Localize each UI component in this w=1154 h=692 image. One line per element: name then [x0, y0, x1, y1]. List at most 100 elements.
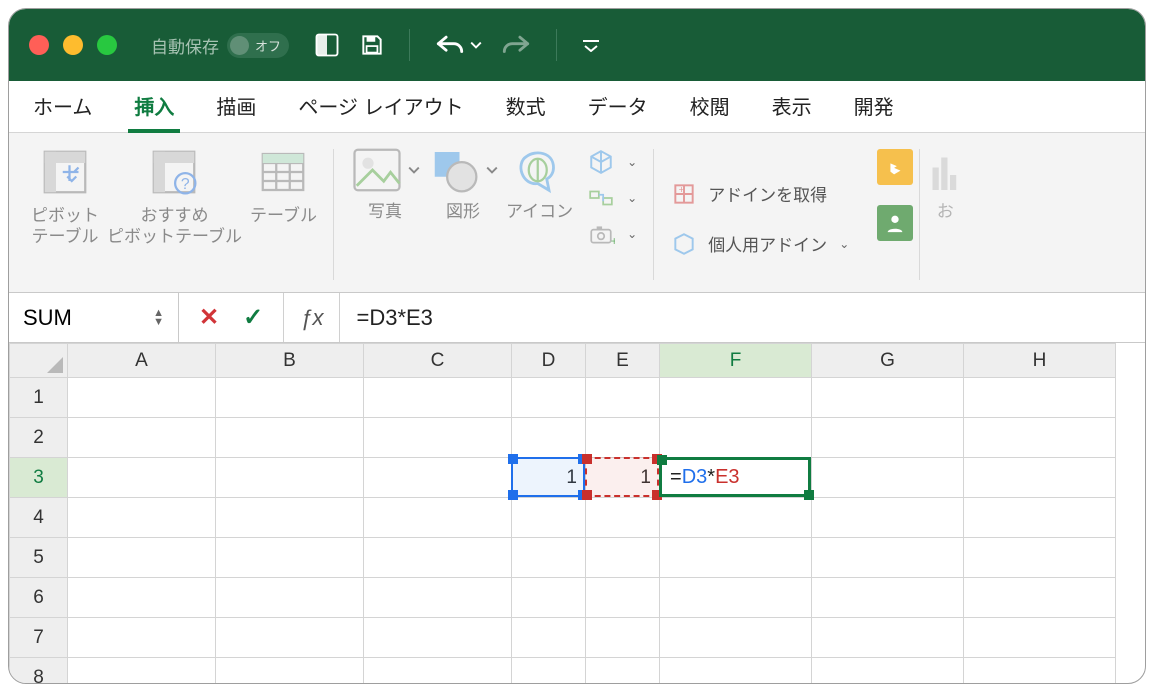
row-header-8[interactable]: 8	[10, 658, 68, 685]
cell-A2[interactable]	[68, 418, 216, 458]
cell-C5[interactable]	[364, 538, 512, 578]
cell-B2[interactable]	[216, 418, 364, 458]
cell-H6[interactable]	[964, 578, 1116, 618]
bing-maps-button[interactable]	[877, 149, 913, 185]
tab-home[interactable]: ホーム	[27, 81, 98, 132]
cell-E1[interactable]	[586, 378, 660, 418]
cell-A1[interactable]	[68, 378, 216, 418]
autosave-control[interactable]: 自動保存 オフ	[151, 33, 289, 58]
cell-F2[interactable]	[660, 418, 812, 458]
cancel-formula-button[interactable]: ✕	[199, 303, 219, 332]
cell-G7[interactable]	[812, 618, 964, 658]
cell-G3[interactable]	[812, 458, 964, 498]
cell-B4[interactable]	[216, 498, 364, 538]
people-graph-button[interactable]	[877, 205, 913, 241]
column-header-C[interactable]: C	[364, 344, 512, 378]
cell-A6[interactable]	[68, 578, 216, 618]
active-cell-f3[interactable]: =D3*E3	[659, 457, 811, 497]
select-all-corner[interactable]	[10, 344, 68, 378]
tab-page-layout[interactable]: ページ レイアウト	[292, 81, 469, 132]
row-header-4[interactable]: 4	[10, 498, 68, 538]
recommended-pivot-button[interactable]: ? おすすめ ピボットテーブル	[107, 145, 242, 248]
cell-B3[interactable]	[216, 458, 364, 498]
formula-input[interactable]: =D3*E3	[340, 293, 1145, 342]
home-icon[interactable]	[313, 31, 341, 59]
cell-C6[interactable]	[364, 578, 512, 618]
cell-E8[interactable]	[586, 658, 660, 685]
cell-A8[interactable]	[68, 658, 216, 685]
cell-C4[interactable]	[364, 498, 512, 538]
tab-formulas[interactable]: 数式	[500, 81, 552, 132]
column-header-A[interactable]: A	[68, 344, 216, 378]
zoom-window-button[interactable]	[97, 35, 117, 55]
cell-H4[interactable]	[964, 498, 1116, 538]
smartart-button[interactable]: ⌄	[587, 185, 637, 211]
cell-G5[interactable]	[812, 538, 964, 578]
cell-A4[interactable]	[68, 498, 216, 538]
icons-button[interactable]: アイコン	[506, 145, 573, 222]
cell-C7[interactable]	[364, 618, 512, 658]
cell-G8[interactable]	[812, 658, 964, 685]
column-header-F[interactable]: F	[660, 344, 812, 378]
name-box-dropdown[interactable]: ▲▼	[153, 309, 164, 327]
cell-H2[interactable]	[964, 418, 1116, 458]
cell-B1[interactable]	[216, 378, 364, 418]
cell-F6[interactable]	[660, 578, 812, 618]
get-addins-button[interactable]: + アドインを取得	[670, 181, 849, 207]
pictures-button[interactable]: 写真	[350, 145, 420, 222]
cell-A5[interactable]	[68, 538, 216, 578]
row-header-1[interactable]: 1	[10, 378, 68, 418]
column-header-B[interactable]: B	[216, 344, 364, 378]
cell-C8[interactable]	[364, 658, 512, 685]
undo-button[interactable]	[434, 32, 482, 58]
cell-D2[interactable]	[512, 418, 586, 458]
cell-F7[interactable]	[660, 618, 812, 658]
cell-B8[interactable]	[216, 658, 364, 685]
customize-qat-button[interactable]	[581, 38, 601, 52]
tab-draw[interactable]: 描画	[210, 81, 262, 132]
accept-formula-button[interactable]: ✓	[243, 303, 263, 332]
column-header-H[interactable]: H	[964, 344, 1116, 378]
save-icon[interactable]	[359, 32, 385, 58]
recommended-charts-button[interactable]: お	[930, 145, 960, 222]
3d-models-button[interactable]: ⌄	[587, 149, 637, 175]
redo-button[interactable]	[500, 32, 532, 58]
column-header-D[interactable]: D	[512, 344, 586, 378]
my-addins-button[interactable]: 個人用アドイン ⌄	[670, 231, 849, 257]
cell-D7[interactable]	[512, 618, 586, 658]
cell-E4[interactable]	[586, 498, 660, 538]
cell-E6[interactable]	[586, 578, 660, 618]
screenshot-button[interactable]: + ⌄	[587, 221, 637, 247]
cell-H8[interactable]	[964, 658, 1116, 685]
row-header-5[interactable]: 5	[10, 538, 68, 578]
cell-G6[interactable]	[812, 578, 964, 618]
row-header-7[interactable]: 7	[10, 618, 68, 658]
minimize-window-button[interactable]	[63, 35, 83, 55]
cell-B6[interactable]	[216, 578, 364, 618]
cell-E2[interactable]	[586, 418, 660, 458]
cell-G4[interactable]	[812, 498, 964, 538]
close-window-button[interactable]	[29, 35, 49, 55]
fx-button[interactable]: ƒx	[284, 293, 340, 342]
cell-D6[interactable]	[512, 578, 586, 618]
cell-F5[interactable]	[660, 538, 812, 578]
shapes-button[interactable]: 図形	[428, 145, 498, 222]
cell-E7[interactable]	[586, 618, 660, 658]
cell-B7[interactable]	[216, 618, 364, 658]
autosave-toggle[interactable]: オフ	[227, 33, 289, 58]
cell-F1[interactable]	[660, 378, 812, 418]
cell-E5[interactable]	[586, 538, 660, 578]
cell-D4[interactable]	[512, 498, 586, 538]
tab-view[interactable]: 表示	[766, 81, 818, 132]
table-button[interactable]: テーブル	[250, 145, 317, 226]
cell-B5[interactable]	[216, 538, 364, 578]
row-header-2[interactable]: 2	[10, 418, 68, 458]
row-header-3[interactable]: 3	[10, 458, 68, 498]
pivot-table-button[interactable]: ピボット テーブル	[31, 145, 99, 248]
cell-D5[interactable]	[512, 538, 586, 578]
tab-developer[interactable]: 開発	[848, 81, 900, 132]
cell-H5[interactable]	[964, 538, 1116, 578]
cell-A3[interactable]	[68, 458, 216, 498]
tab-data[interactable]: データ	[582, 81, 654, 132]
cell-C3[interactable]	[364, 458, 512, 498]
